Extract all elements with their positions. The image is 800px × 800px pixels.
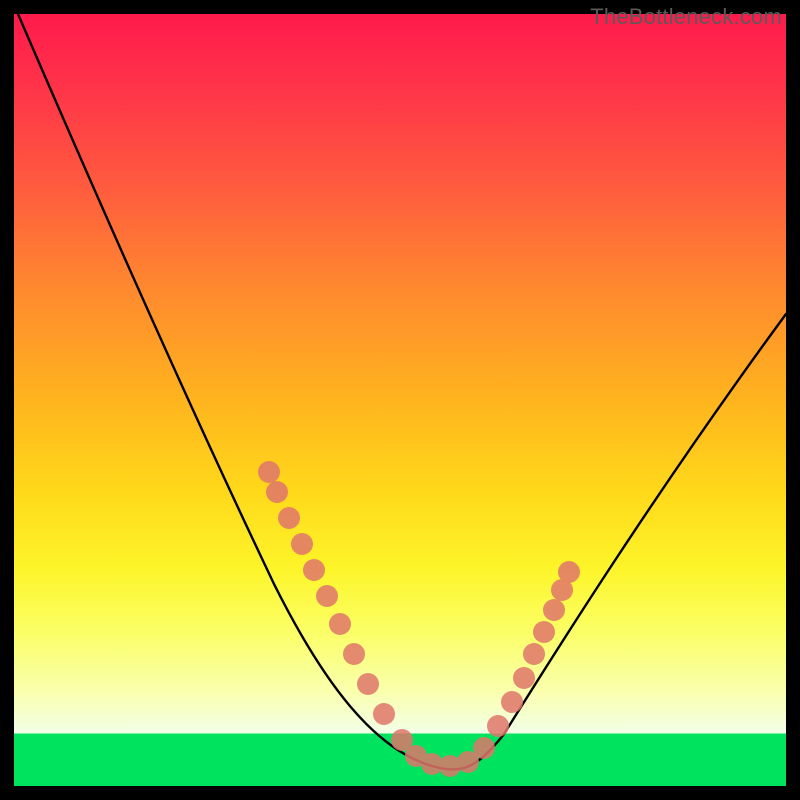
scatter-right-arm (473, 561, 580, 759)
scatter-left-arm (258, 461, 413, 751)
chart-frame: TheBottleneck.com (0, 0, 800, 800)
watermark-text: TheBottleneck.com (590, 4, 782, 30)
scatter-bottom (405, 745, 479, 777)
curve-layer (14, 14, 786, 786)
bottleneck-curve (18, 14, 786, 769)
